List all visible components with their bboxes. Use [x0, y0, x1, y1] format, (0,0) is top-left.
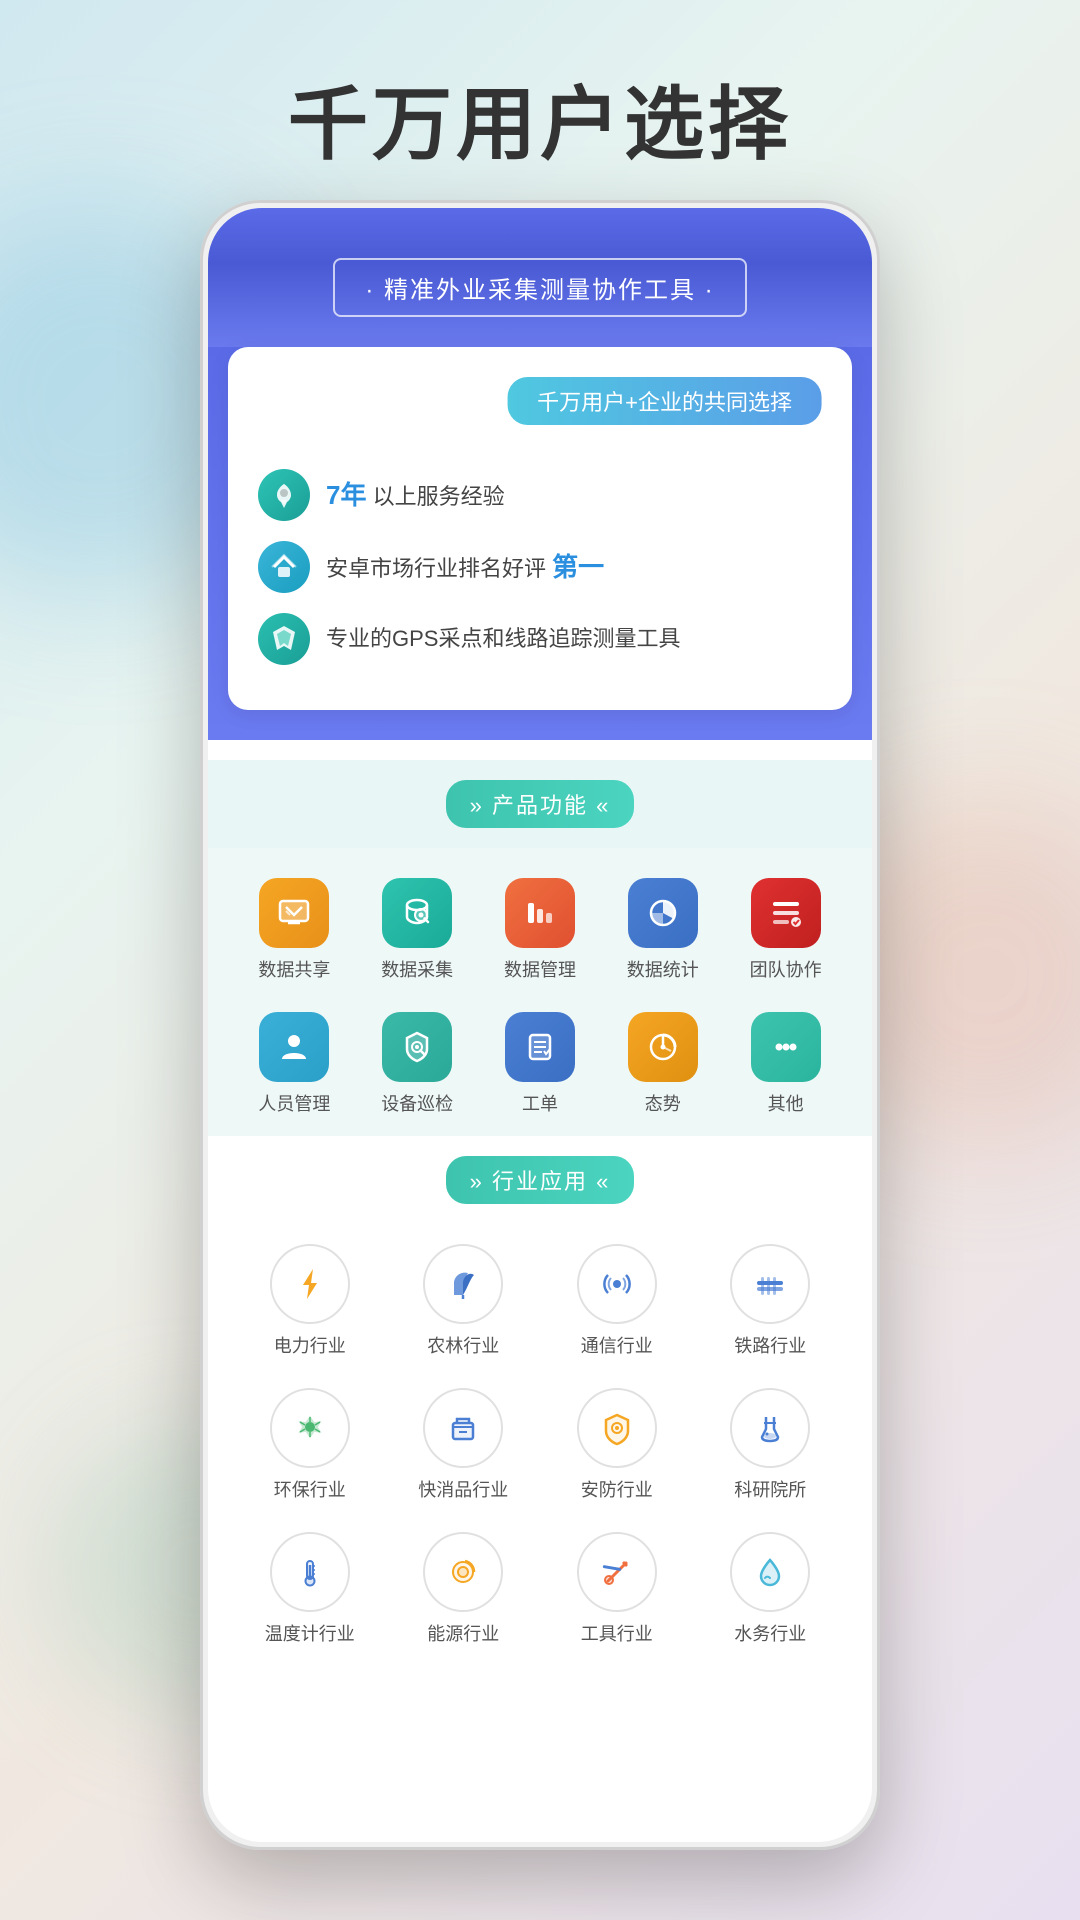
industry-icon-electricity	[270, 1244, 350, 1324]
industry-item-fmcg[interactable]: 快消品行业	[392, 1378, 536, 1512]
industry-icon-water	[730, 1532, 810, 1612]
icon-patrol	[382, 1012, 452, 1082]
feature-text-years: 7年 以上服务经验	[326, 477, 505, 513]
industry-label-research: 科研院所	[734, 1476, 806, 1502]
icon-label-team: 团队协作	[750, 956, 822, 982]
phone-screen: · 精准外业采集测量协作工具 · 千万用户+企业的共同选择	[208, 208, 872, 1842]
icon-label-data-manage: 数据管理	[504, 956, 576, 982]
industry-icon-temperature	[270, 1532, 350, 1612]
icon-label-person: 人员管理	[258, 1090, 330, 1116]
industry-label-water: 水务行业	[734, 1620, 806, 1646]
icon-label-patrol: 设备巡检	[381, 1090, 453, 1116]
icon-data-share	[259, 878, 329, 948]
industry-icon-research	[730, 1388, 810, 1468]
industry-label-temperature: 温度计行业	[265, 1620, 355, 1646]
feature-icon-gps	[258, 613, 310, 665]
industry-label-telecom: 通信行业	[581, 1332, 653, 1358]
industry-item-telecom[interactable]: 通信行业	[545, 1234, 689, 1368]
icon-item-team[interactable]: 团队协作	[729, 868, 842, 992]
feature-icon-rank	[258, 541, 310, 593]
icon-item-other[interactable]: 其他	[729, 1002, 842, 1126]
icon-situation	[628, 1012, 698, 1082]
icon-item-data-manage[interactable]: 数据管理	[484, 868, 597, 992]
icon-label-other: 其他	[768, 1090, 804, 1116]
icon-data-collect	[382, 878, 452, 948]
icon-team	[751, 878, 821, 948]
icon-label-data-share: 数据共享	[258, 956, 330, 982]
icon-item-person[interactable]: 人员管理	[238, 1002, 351, 1126]
feature-row-1: 7年 以上服务经验	[258, 469, 822, 521]
industry-icon-telecom	[577, 1244, 657, 1324]
feature-icon-years	[258, 469, 310, 521]
icon-item-patrol[interactable]: 设备巡检	[361, 1002, 474, 1126]
icon-label-data-stats: 数据统计	[627, 956, 699, 982]
industry-icon-security	[577, 1388, 657, 1468]
icon-label-situation: 态势	[645, 1090, 681, 1116]
industry-item-railway[interactable]: 铁路行业	[699, 1234, 843, 1368]
industry-section: » 行业应用 « 电力行业	[208, 1136, 872, 1686]
icon-person	[259, 1012, 329, 1082]
industry-item-water[interactable]: 水务行业	[699, 1522, 843, 1656]
industry-grid: 电力行业 农林行业	[208, 1224, 872, 1666]
phone-header: · 精准外业采集测量协作工具 ·	[208, 208, 872, 347]
feature-text-gps: 专业的GPS采点和线路追踪测量工具	[326, 624, 680, 655]
page-title: 千万用户选择	[0, 60, 1080, 176]
industry-section-tag: » 行业应用 «	[446, 1156, 635, 1204]
icon-workorder	[505, 1012, 575, 1082]
icon-other	[751, 1012, 821, 1082]
icon-item-data-stats[interactable]: 数据统计	[606, 868, 719, 992]
icon-data-manage	[505, 878, 575, 948]
industry-item-agriculture[interactable]: 农林行业	[392, 1234, 536, 1368]
industry-item-temperature[interactable]: 温度计行业	[238, 1522, 382, 1656]
industry-item-research[interactable]: 科研院所	[699, 1378, 843, 1512]
industry-icon-environment	[270, 1388, 350, 1468]
industry-item-environment[interactable]: 环保行业	[238, 1378, 382, 1512]
product-section-header: » 产品功能 «	[208, 760, 872, 848]
industry-label-fmcg: 快消品行业	[418, 1476, 508, 1502]
industry-label-agriculture: 农林行业	[427, 1332, 499, 1358]
industry-label-security: 安防行业	[581, 1476, 653, 1502]
industry-icon-fmcg	[423, 1388, 503, 1468]
industry-icon-railway	[730, 1244, 810, 1324]
icon-label-workorder: 工单	[522, 1090, 558, 1116]
feature-row-2: 安卓市场行业排名好评 第一	[258, 541, 822, 593]
feature-text-rank: 安卓市场行业排名好评 第一	[326, 549, 604, 585]
product-section-tag: » 产品功能 «	[446, 780, 635, 828]
product-icons-grid: 数据共享 数据采集	[208, 848, 872, 1136]
industry-icon-agriculture	[423, 1244, 503, 1324]
feature-row-3: 专业的GPS采点和线路追踪测量工具	[258, 613, 822, 665]
industry-item-security[interactable]: 安防行业	[545, 1378, 689, 1512]
industry-item-tools[interactable]: 工具行业	[545, 1522, 689, 1656]
header-subtitle: · 精准外业采集测量协作工具 ·	[333, 258, 746, 317]
industry-label-tools: 工具行业	[581, 1620, 653, 1646]
icon-item-data-share[interactable]: 数据共享	[238, 868, 351, 992]
icon-item-workorder[interactable]: 工单	[484, 1002, 597, 1126]
industry-item-energy[interactable]: 能源行业	[392, 1522, 536, 1656]
industry-label-electricity: 电力行业	[274, 1332, 346, 1358]
icon-item-data-collect[interactable]: 数据采集	[361, 868, 474, 992]
card-banner: 千万用户+企业的共同选择	[507, 377, 822, 425]
industry-label-environment: 环保行业	[274, 1476, 346, 1502]
industry-icon-tools	[577, 1532, 657, 1612]
industry-label-railway: 铁路行业	[734, 1332, 806, 1358]
industry-icon-energy	[423, 1532, 503, 1612]
feature-card: 千万用户+企业的共同选择 7年 以上服务经验	[228, 347, 852, 710]
industry-section-header: » 行业应用 «	[208, 1136, 872, 1224]
industry-label-energy: 能源行业	[427, 1620, 499, 1646]
industry-item-electricity[interactable]: 电力行业	[238, 1234, 382, 1368]
icon-data-stats	[628, 878, 698, 948]
icon-label-data-collect: 数据采集	[381, 956, 453, 982]
phone-mockup: · 精准外业采集测量协作工具 · 千万用户+企业的共同选择	[200, 200, 880, 1850]
icon-item-situation[interactable]: 态势	[606, 1002, 719, 1126]
